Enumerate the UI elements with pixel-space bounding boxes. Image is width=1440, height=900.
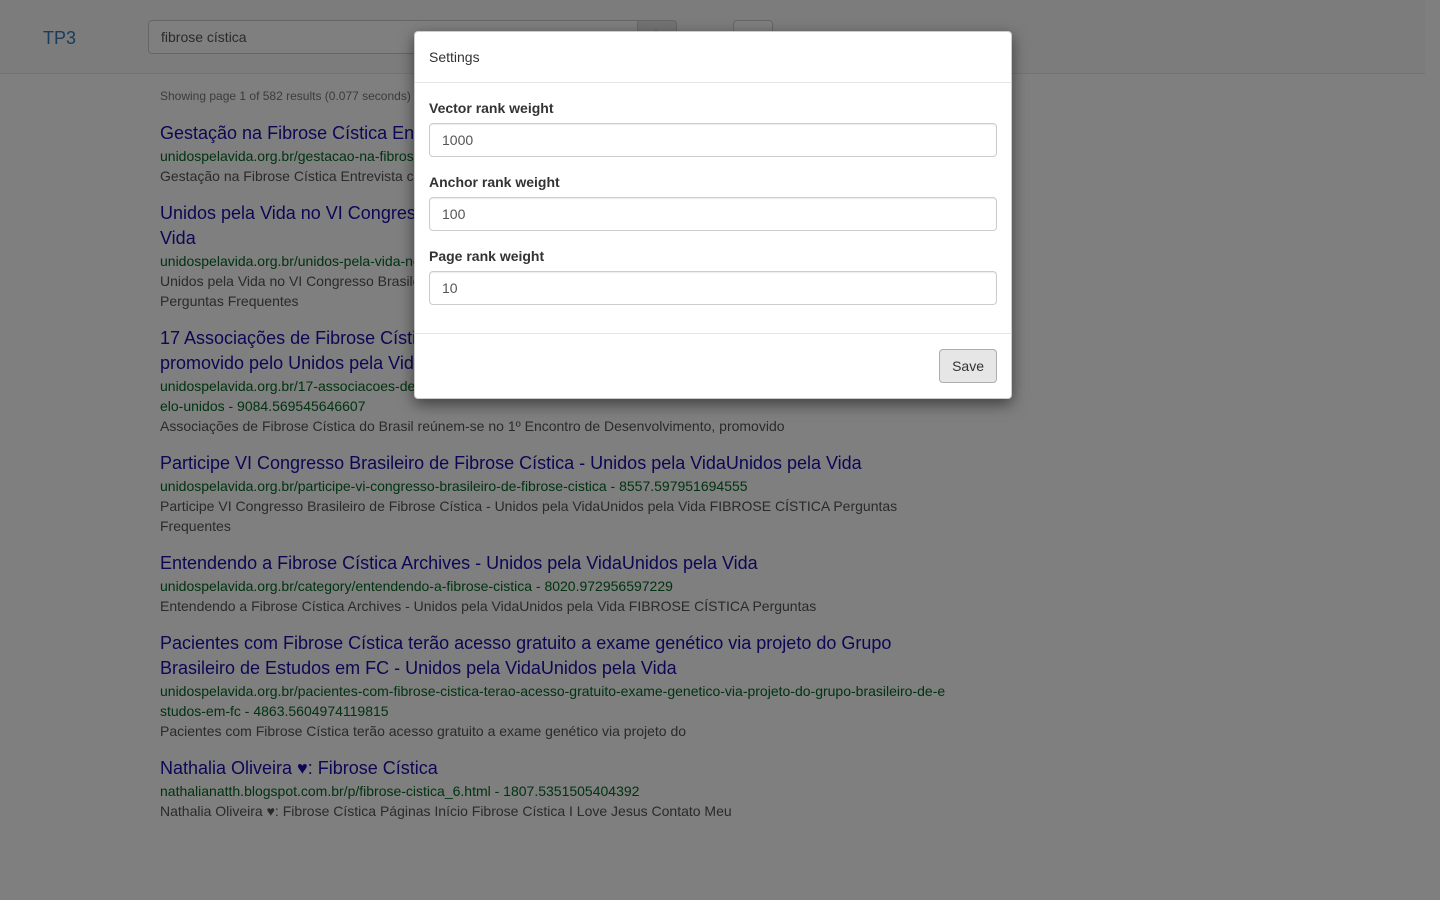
modal-footer: Save — [415, 333, 1011, 398]
vector-rank-input[interactable] — [429, 123, 997, 157]
page-rank-input[interactable] — [429, 271, 997, 305]
modal-title: Settings — [429, 49, 480, 65]
vector-rank-label: Vector rank weight — [429, 100, 554, 116]
anchor-rank-label: Anchor rank weight — [429, 174, 560, 190]
anchor-rank-input[interactable] — [429, 197, 997, 231]
modal-body: Vector rank weight Anchor rank weight Pa… — [415, 83, 1011, 334]
save-button[interactable]: Save — [939, 349, 997, 383]
settings-modal: Settings Vector rank weight Anchor rank … — [414, 31, 1012, 399]
anchor-rank-group: Anchor rank weight — [429, 172, 997, 231]
page-rank-group: Page rank weight — [429, 246, 997, 305]
vector-rank-group: Vector rank weight — [429, 98, 997, 157]
page-rank-label: Page rank weight — [429, 248, 545, 264]
modal-header: Settings — [415, 32, 1011, 83]
